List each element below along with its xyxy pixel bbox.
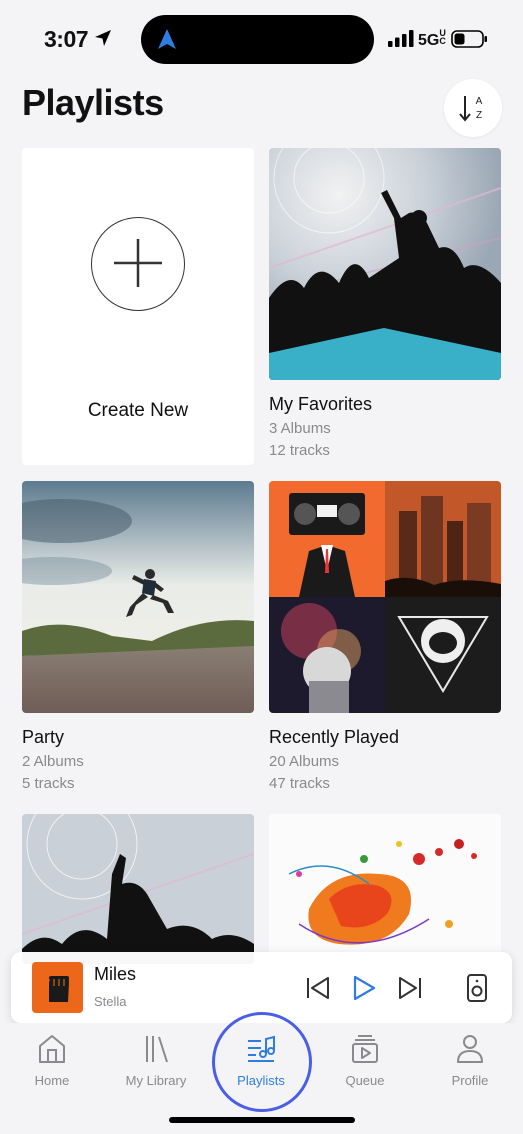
status-bar: 3:07 5GUC bbox=[0, 0, 523, 78]
tab-my-library[interactable]: My Library bbox=[111, 1033, 201, 1088]
create-new-label: Create New bbox=[87, 400, 189, 421]
playlist-card[interactable] bbox=[22, 814, 254, 964]
tab-home[interactable]: Home bbox=[7, 1033, 97, 1088]
svg-text:A: A bbox=[476, 96, 483, 107]
create-new-card[interactable]: Create New bbox=[22, 148, 254, 465]
playlist-album-count: 2 Albums bbox=[22, 753, 84, 770]
speaker-output-icon[interactable] bbox=[462, 973, 492, 1003]
tab-label: Profile bbox=[451, 1073, 489, 1088]
playlist-cover-paint-splash bbox=[269, 814, 501, 964]
playlist-card[interactable] bbox=[269, 814, 501, 964]
now-playing-artist: Stella bbox=[94, 994, 127, 1009]
status-time: 3:07 bbox=[44, 26, 89, 52]
library-icon bbox=[146, 1036, 168, 1063]
playlist-track-count: 5 tracks bbox=[22, 775, 75, 792]
playlist-album-count: 20 Albums bbox=[269, 753, 340, 770]
playlist-card-recently-played[interactable]: Recently Played 20 Albums 47 tracks bbox=[269, 481, 501, 792]
tab-label: Home bbox=[34, 1073, 70, 1088]
tab-queue[interactable]: Queue bbox=[320, 1033, 410, 1088]
dynamic-island bbox=[141, 15, 374, 64]
playlist-album-count: 3 Albums bbox=[269, 420, 331, 437]
network-label: 5GUC bbox=[418, 28, 446, 50]
playlist-cover-jumping-man bbox=[22, 481, 254, 713]
skip-next-icon[interactable] bbox=[395, 973, 425, 1003]
navigation-arrow-icon bbox=[158, 29, 176, 49]
playlist-name: Party bbox=[22, 727, 65, 747]
tab-label: Playlists bbox=[237, 1073, 285, 1088]
signal-icon bbox=[388, 30, 414, 47]
skip-previous-icon[interactable] bbox=[303, 973, 333, 1003]
play-icon[interactable] bbox=[348, 973, 378, 1003]
playlist-cover-concert bbox=[269, 148, 501, 380]
sort-button[interactable]: A Z bbox=[444, 79, 502, 137]
home-indicator bbox=[169, 1117, 355, 1123]
playlist-cover-concert bbox=[22, 814, 254, 964]
svg-text:Z: Z bbox=[476, 110, 482, 121]
playlist-card-my-favorites[interactable]: My Favorites 3 Albums 12 tracks bbox=[269, 148, 501, 459]
battery-icon bbox=[451, 30, 487, 48]
tab-playlists[interactable]: Playlists bbox=[216, 1033, 306, 1088]
playlist-cover-mosaic bbox=[269, 481, 501, 713]
playlist-name: Recently Played bbox=[269, 727, 400, 747]
playlists-icon bbox=[248, 1035, 275, 1062]
tab-label: My Library bbox=[125, 1073, 187, 1088]
profile-icon bbox=[457, 1035, 483, 1063]
playlist-card-party[interactable]: Party 2 Albums 5 tracks bbox=[22, 481, 254, 792]
playlist-track-count: 12 tracks bbox=[269, 442, 330, 459]
plus-circle-icon bbox=[91, 217, 185, 311]
now-playing-title: Miles bbox=[94, 964, 137, 984]
queue-icon bbox=[352, 1035, 378, 1063]
now-playing-artwork bbox=[32, 962, 83, 1013]
tab-label: Queue bbox=[345, 1073, 385, 1088]
location-arrow-icon bbox=[95, 30, 111, 46]
playlist-name: My Favorites bbox=[269, 394, 373, 414]
home-icon bbox=[39, 1035, 65, 1063]
tab-profile[interactable]: Profile bbox=[425, 1033, 515, 1088]
sort-az-icon: A Z bbox=[459, 96, 483, 122]
playlist-track-count: 47 tracks bbox=[269, 775, 330, 792]
page-title: Playlists bbox=[22, 82, 164, 123]
